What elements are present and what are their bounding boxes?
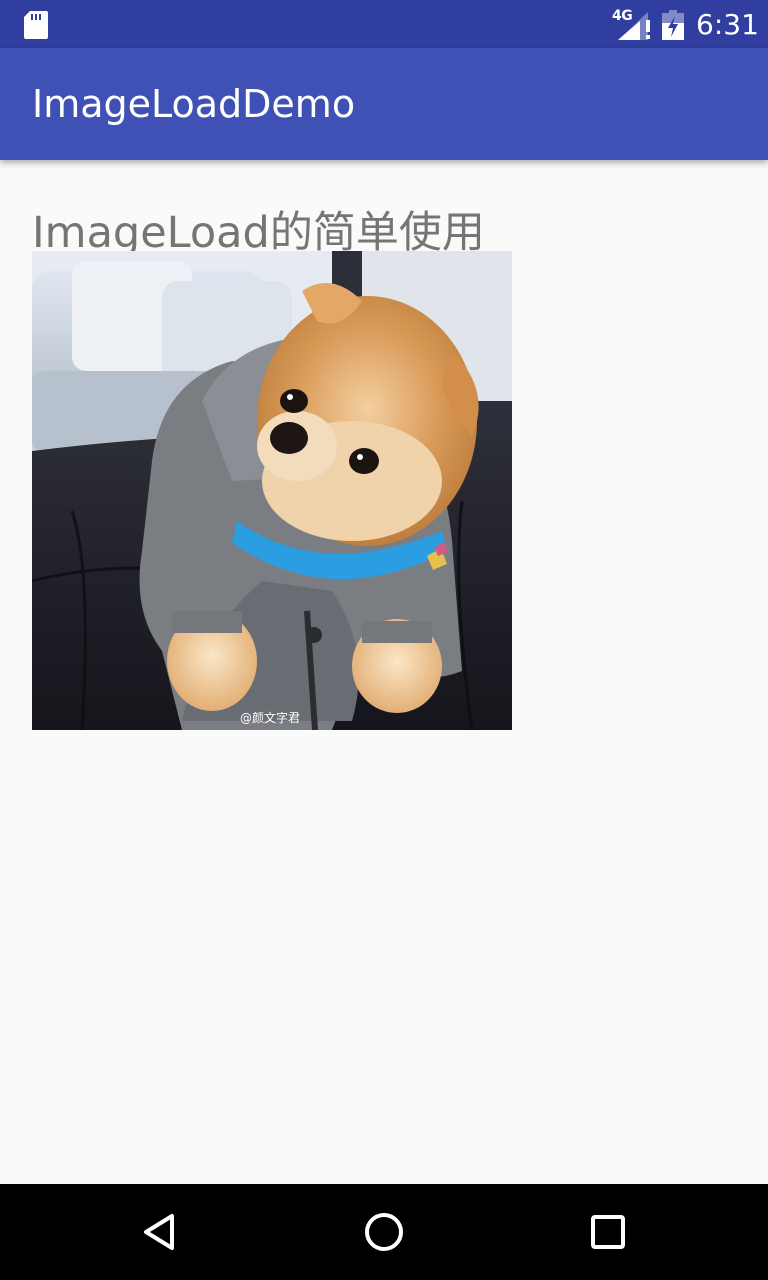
recents-icon[interactable]	[584, 1208, 632, 1256]
image-watermark: @颜文字君	[240, 711, 301, 725]
app-bar: ImageLoadDemo	[0, 48, 768, 160]
cell-signal-icon	[618, 12, 650, 40]
back-icon[interactable]	[136, 1208, 184, 1256]
navigation-bar	[0, 1184, 768, 1280]
app-title: ImageLoadDemo	[32, 82, 356, 126]
signal-indicator: 4G	[612, 8, 652, 40]
main-content: ImageLoad的简单使用 @颜文字君	[0, 160, 768, 1184]
dog-photo: @颜文字君	[32, 251, 512, 730]
battery-icon	[662, 10, 684, 40]
status-bar: 4G 6:31	[0, 0, 768, 48]
dog-photo-illustration	[32, 251, 512, 730]
sd-card-icon	[24, 11, 48, 39]
status-time: 6:31	[696, 8, 759, 41]
home-icon[interactable]	[360, 1208, 408, 1256]
